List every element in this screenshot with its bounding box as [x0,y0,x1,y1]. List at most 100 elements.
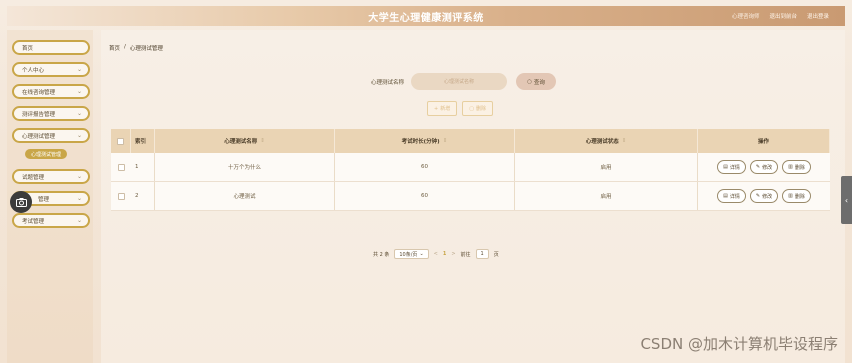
header-index: 索引 [131,129,155,153]
watermark: CSDN @加木计算机毕设程序 [640,335,838,353]
prev-page-button[interactable]: < [434,251,438,257]
page-size-select[interactable]: 10条/页 ⌄ [394,249,429,259]
sidebar-item-consult[interactable]: 在线咨询管理 ⌄ [12,84,90,99]
header-time-label: 考试时长(分钟) [401,139,440,145]
header-time[interactable]: 考试时长(分钟) ⇕ [335,129,515,153]
header-status-label: 心理测试状态 [585,139,619,145]
row-checkbox[interactable] [117,163,125,171]
delete-label: 删除 [794,164,805,171]
cell-status: 启用 [515,182,698,210]
detail-button[interactable]: ▤ 详情 [717,189,746,203]
cell-name: 十万个为什么 [155,153,335,181]
camera-icon[interactable] [10,191,32,213]
search-icon: ○ [527,78,532,85]
row-checkbox[interactable] [117,192,125,200]
data-table: 索引 心理测试名称 ⇕ 考试时长(分钟) ⇕ 心理测试状态 ⇕ 操作 1 十万个… [111,129,830,211]
delete-button[interactable]: ▥ 删除 [782,189,811,203]
edit-label: 修改 [762,164,773,171]
sort-icon[interactable]: ⇕ [443,138,448,144]
chevron-down-icon: ⌄ [76,173,82,180]
sidebar-item-personal-center[interactable]: 个人中心 ⌄ [12,62,90,77]
detail-label: 详情 [729,193,740,200]
trash-icon: ▥ [788,164,793,170]
page-size-value: 10条/页 [399,251,418,258]
sidebar-item-label: 管理 [38,196,50,203]
search-input[interactable]: 心理测试名称 [411,73,508,90]
document-icon: ▤ [723,164,728,170]
next-page-button[interactable]: > [451,251,455,257]
header-op: 操作 [698,129,830,153]
plus-icon: + [434,105,439,112]
breadcrumb-current: 心理测试管理 [129,46,163,52]
cell-status: 启用 [515,153,698,181]
table-header: 索引 心理测试名称 ⇕ 考试时长(分钟) ⇕ 心理测试状态 ⇕ 操作 [111,129,830,153]
header-status[interactable]: 心理测试状态 ⇕ [515,129,698,153]
header-name-label: 心理测试名称 [224,139,258,145]
cell-index: 2 [131,182,155,210]
sidebar-item-label: 测评报告管理 [22,111,56,118]
sidebar-item-label: 个人中心 [22,67,45,74]
main-content: 首页 / 心理测试管理 心理测试名称 心理测试名称 ○ 查询 + 新增 ▢ 删除 [101,30,845,363]
user-name: 心理咨询师 [731,14,760,20]
edit-icon: ✎ [755,164,761,170]
search-label: 心理测试名称 [371,79,405,86]
sidebar-item-label: 在线咨询管理 [22,89,56,96]
sort-icon[interactable]: ⇕ [260,138,265,144]
edit-icon: ✎ [755,193,761,199]
collapse-tab[interactable]: ‹ [841,176,852,224]
row-checkbox-cell [111,153,131,181]
chevron-left-icon: ‹ [844,195,849,205]
goto-suffix: 页 [493,251,499,258]
sidebar-item-exam[interactable]: 考试管理 ⌄ [12,213,90,228]
chevron-down-icon: ⌄ [76,66,82,73]
goto-page-input[interactable]: 1 [475,249,489,259]
page-number-current[interactable]: 1 [443,251,446,257]
sidebar-item-questions[interactable]: 试题管理 ⌄ [12,169,90,184]
camera-glyph [15,197,27,207]
sidebar-item-report[interactable]: 测评报告管理 ⌄ [12,106,90,121]
batch-delete-button[interactable]: ▢ 删除 [462,101,493,116]
delete-button[interactable]: ▥ 删除 [782,160,811,174]
back-to-front-link[interactable]: 退出到前台 [769,12,797,20]
cell-name: 心理测试 [155,182,335,210]
sort-icon[interactable]: ⇕ [622,138,627,144]
select-all-checkbox[interactable] [117,137,124,145]
cell-time: 60 [335,153,515,181]
goto-page-value: 1 [480,251,484,257]
sidebar-subitem-psych-test[interactable]: 心理测试管理 [25,149,67,159]
app-title: 大学生心理健康测评系统 [368,12,484,24]
goto-prefix: 前往 [460,251,471,258]
sidebar-item-home[interactable]: 首页 [12,40,90,55]
add-button-label: 新增 [440,106,451,112]
search-button[interactable]: ○ 查询 [516,73,557,90]
top-header: 大学生心理健康测评系统 心理咨询师 退出到前台 退出登录 [7,6,845,26]
edit-label: 修改 [762,193,773,200]
chevron-down-icon: ⌄ [76,195,82,202]
trash-icon: ▥ [788,193,793,199]
chevron-down-icon: ⌄ [76,110,82,117]
delete-button-label: 删除 [475,106,486,112]
cell-index: 1 [131,153,155,181]
chevron-down-icon: ⌄ [76,217,82,224]
breadcrumb-home[interactable]: 首页 [109,44,120,52]
breadcrumb-separator: / [124,44,126,50]
edit-button[interactable]: ✎ 修改 [749,189,779,203]
header-actions: 心理咨询师 退出到前台 退出登录 [732,6,829,26]
table-row: 1 十万个为什么 60 启用 ▤ 详情 ✎ 修改 ▥ 删除 [111,153,830,182]
delete-label: 删除 [794,193,805,200]
add-button[interactable]: + 新增 [427,101,458,116]
chevron-down-icon: ⌄ [76,132,82,139]
cell-ops: ▤ 详情 ✎ 修改 ▥ 删除 [698,153,830,181]
document-icon: ▤ [723,193,728,199]
action-row: + 新增 ▢ 删除 [427,101,493,116]
logout-link[interactable]: 退出登录 [807,12,829,20]
chevron-down-icon: ⌄ [419,251,424,257]
detail-button[interactable]: ▤ 详情 [717,160,746,174]
search-button-label: 查询 [533,79,545,86]
breadcrumb: 首页 / 心理测试管理 [109,44,163,52]
sidebar-item-psych-test[interactable]: 心理测试管理 ⌄ [12,128,90,143]
header-checkbox-cell [111,129,131,153]
header-name[interactable]: 心理测试名称 ⇕ [155,129,335,153]
sidebar-item-label: 心理测试管理 [22,133,56,140]
edit-button[interactable]: ✎ 修改 [749,160,779,174]
